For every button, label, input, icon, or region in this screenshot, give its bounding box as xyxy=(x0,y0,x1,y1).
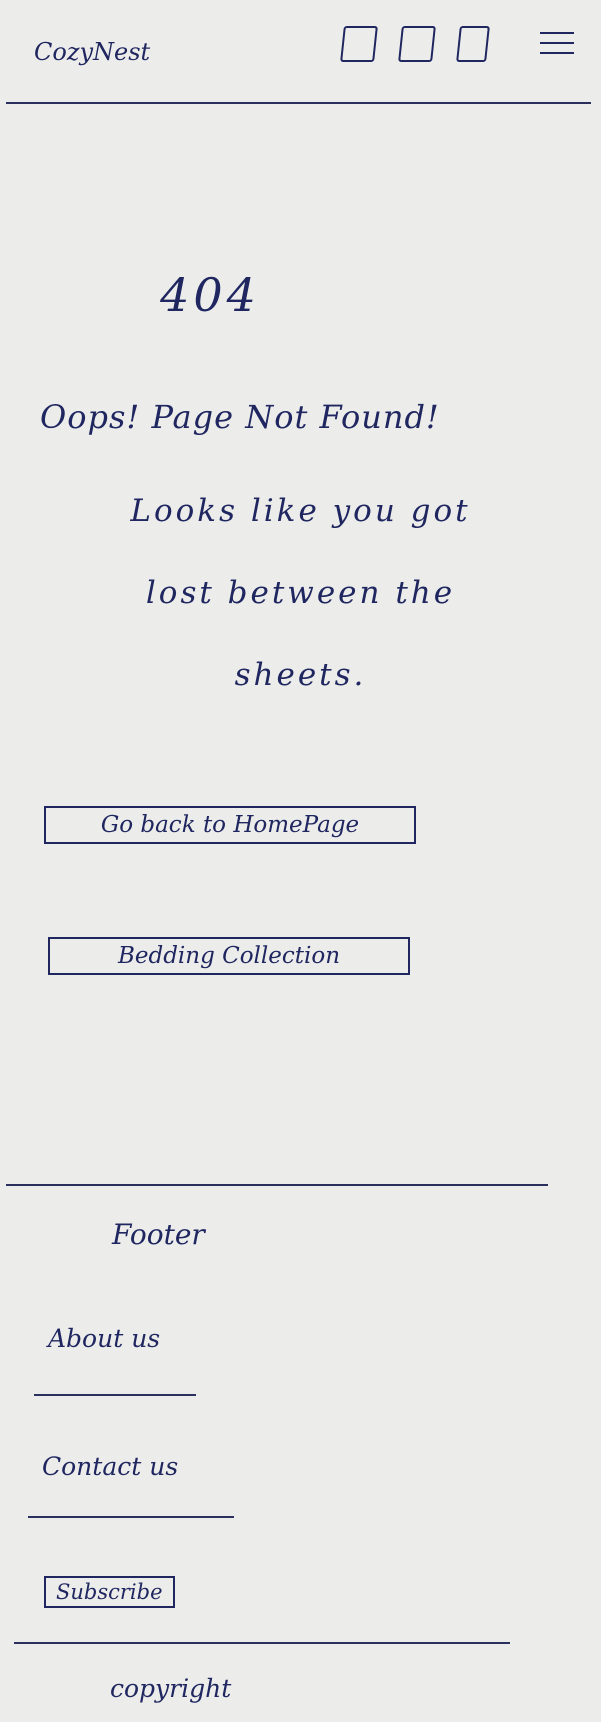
contact-us-link[interactable]: Contact us xyxy=(42,1452,178,1481)
error-title: Oops! Page Not Found! xyxy=(40,398,440,436)
error-code: 404 xyxy=(160,268,260,322)
go-home-button[interactable]: Go back to HomePage xyxy=(44,806,416,844)
footer-divider xyxy=(6,1184,548,1186)
footer-title: Footer xyxy=(112,1218,205,1251)
divider xyxy=(28,1516,234,1518)
bedding-collection-button[interactable]: Bedding Collection xyxy=(48,937,410,975)
copyright-text: copyright xyxy=(110,1674,232,1703)
divider xyxy=(14,1642,510,1644)
divider xyxy=(34,1394,196,1396)
placeholder-icon[interactable] xyxy=(398,26,436,62)
placeholder-icon[interactable] xyxy=(340,26,378,62)
header-divider xyxy=(6,102,591,104)
error-message: Looks like you got lost between the shee… xyxy=(130,493,471,693)
placeholder-icon[interactable] xyxy=(456,26,490,62)
about-us-link[interactable]: About us xyxy=(48,1324,160,1353)
logo[interactable]: CozyNest xyxy=(34,38,150,66)
menu-icon[interactable] xyxy=(540,24,574,62)
subscribe-button[interactable]: Subscribe xyxy=(44,1576,175,1608)
